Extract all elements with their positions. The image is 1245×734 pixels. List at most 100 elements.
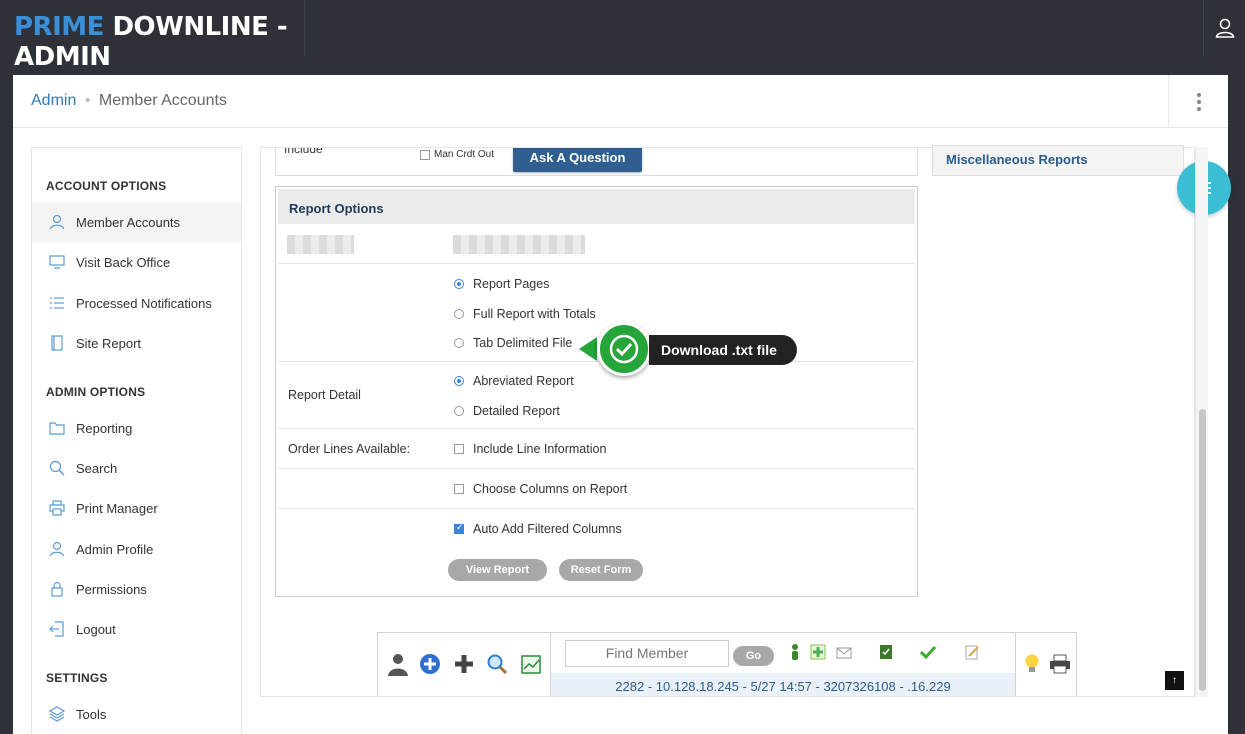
reset-form-button[interactable]: Reset Form <box>559 559 643 581</box>
sidebar-item-site-report[interactable]: Site Report <box>32 323 241 363</box>
report-options-title: Report Options <box>278 189 915 224</box>
printer-icon <box>48 499 66 517</box>
ask-question-button[interactable]: Ask A Question <box>513 148 642 172</box>
green-person-icon[interactable] <box>784 641 806 663</box>
sidebar-item-label: Site Report <box>76 335 142 351</box>
go-button[interactable]: Go <box>733 646 774 666</box>
sidebar-item-label: Processed Notifications <box>76 295 212 311</box>
man-crdt-out-label: Man Crdt Out <box>434 149 495 160</box>
edit-icon[interactable] <box>961 641 983 663</box>
sidebar-item-member-accounts[interactable]: Member Accounts <box>32 202 241 242</box>
session-status: 2282 - 10.128.18.245 - 5/27 14:57 - 3207… <box>551 673 1015 696</box>
order-lines-label: Order Lines Available: <box>288 442 411 456</box>
radio-button[interactable] <box>454 338 464 348</box>
main-frame: Admin • Member Accounts ACCOUNT OPTIONS … <box>13 75 1231 734</box>
radio-label: Full Report with Totals <box>473 307 596 321</box>
checkbox[interactable] <box>454 444 464 454</box>
sidebar-section-account: ACCOUNT OPTIONS <box>46 179 167 193</box>
brand-prime: PRIME <box>14 12 104 42</box>
green-check-icon[interactable] <box>917 641 939 663</box>
misc-reports-link[interactable]: Miscellaneous Reports <box>932 145 1184 176</box>
sidebar-item-admin-profile[interactable]: Admin Profile <box>32 529 241 569</box>
checkbox-label: Include Line Information <box>473 442 607 456</box>
breadcrumb-current: Member Accounts <box>98 92 227 109</box>
man-crdt-out-option[interactable]: Man Crdt Out <box>420 149 494 160</box>
radio-report-pages[interactable]: Report Pages <box>454 277 549 291</box>
breadcrumb-admin[interactable]: Admin <box>31 92 76 109</box>
radio-label: Detailed Report <box>473 404 560 418</box>
report-options-panel: Report Options Report Pages Full Report … <box>275 186 918 597</box>
checkbox-auto-add-columns[interactable]: Auto Add Filtered Columns <box>454 522 622 536</box>
radio-label: Tab Delimited File <box>473 336 573 350</box>
radio-label: Abreviated Report <box>473 374 574 388</box>
radio-label: Report Pages <box>473 277 550 291</box>
sidebar-item-label: Admin Profile <box>76 541 154 557</box>
find-member-input[interactable]: Find Member <box>565 640 729 667</box>
sidebar-item-search[interactable]: Search <box>32 448 241 488</box>
divider <box>278 428 915 429</box>
view-report-button[interactable]: View Report <box>448 559 547 581</box>
user-icon <box>48 540 66 558</box>
divider <box>278 263 915 264</box>
sidebar-item-reporting[interactable]: Reporting <box>32 408 241 448</box>
include-label: Include <box>284 147 323 156</box>
sidebar-item-processed-notifications[interactable]: Processed Notifications <box>32 283 241 323</box>
breadcrumb-separator: • <box>84 92 91 109</box>
man-crdt-out-checkbox[interactable] <box>420 149 430 160</box>
sidebar-item-label: Member Accounts <box>76 214 181 230</box>
radio-button[interactable] <box>454 279 464 289</box>
sidebar-item-label: Visit Back Office <box>76 254 171 270</box>
more-options-button[interactable] <box>1168 75 1228 128</box>
magnifier-icon[interactable] <box>485 651 509 677</box>
envelope-icon[interactable] <box>833 641 855 663</box>
checkbox-label: Choose Columns on Report <box>473 482 628 496</box>
kebab-icon <box>1196 92 1201 111</box>
monitor-icon <box>48 253 66 271</box>
content-panel: Include Man Crdt Out Ask A Question Repo… <box>260 147 1195 697</box>
sidebar-item-logout[interactable]: Logout <box>32 609 241 649</box>
checkmark-icon <box>597 322 651 376</box>
radio-button[interactable] <box>454 376 464 386</box>
callout-arrow <box>579 337 597 361</box>
checkbox-choose-columns[interactable]: Choose Columns on Report <box>454 482 627 496</box>
download-callout: Download .txt file <box>579 322 801 376</box>
green-plus-icon[interactable] <box>807 641 829 663</box>
sidebar-section-settings: SETTINGS <box>46 671 108 685</box>
sidebar-item-print-manager[interactable]: Print Manager <box>32 488 241 528</box>
sidebar-item-tools[interactable]: Tools <box>32 694 241 734</box>
layers-icon <box>48 705 66 723</box>
scrollbar[interactable] <box>1195 147 1208 697</box>
checkbox-include-line-info[interactable]: Include Line Information <box>454 442 606 456</box>
radio-button[interactable] <box>454 309 464 319</box>
user-menu-button[interactable] <box>1203 0 1245 56</box>
radio-detailed-report[interactable]: Detailed Report <box>454 404 560 418</box>
person-icon[interactable] <box>386 651 410 677</box>
sidebar-item-label: Logout <box>76 621 116 637</box>
radio-abreviated-report[interactable]: Abreviated Report <box>454 374 574 388</box>
lightbulb-icon[interactable] <box>1020 651 1044 677</box>
checkbox[interactable] <box>454 484 464 494</box>
printer-icon[interactable] <box>1048 651 1072 677</box>
radio-button[interactable] <box>454 406 464 416</box>
sidebar-section-admin: ADMIN OPTIONS <box>46 385 146 399</box>
checkbox[interactable] <box>454 522 464 534</box>
scroll-to-top-button[interactable]: ↑ <box>1165 671 1184 690</box>
chart-icon[interactable] <box>519 651 543 677</box>
plus-icon[interactable] <box>452 651 476 677</box>
sidebar-item-permissions[interactable]: Permissions <box>32 569 241 609</box>
sidebar-item-label: Reporting <box>76 420 133 436</box>
green-document-icon[interactable] <box>875 641 897 663</box>
top-bar: PRIME DOWNLINE - ADMIN <box>0 0 1245 72</box>
divider <box>278 508 915 509</box>
radio-tab-delimited[interactable]: Tab Delimited File <box>454 336 572 350</box>
add-circle-icon[interactable] <box>418 651 442 677</box>
breadcrumb-bar: Admin • Member Accounts <box>13 75 1228 128</box>
lock-icon <box>48 580 66 598</box>
blurred-value <box>453 235 585 254</box>
sidebar-item-visit-back-office[interactable]: Visit Back Office <box>32 242 241 282</box>
blurred-label <box>287 235 354 254</box>
scrollbar-thumb[interactable] <box>1199 409 1206 691</box>
radio-full-report[interactable]: Full Report with Totals <box>454 307 596 321</box>
brand-logo[interactable]: PRIME DOWNLINE - ADMIN <box>0 0 305 72</box>
list-icon <box>48 294 66 312</box>
